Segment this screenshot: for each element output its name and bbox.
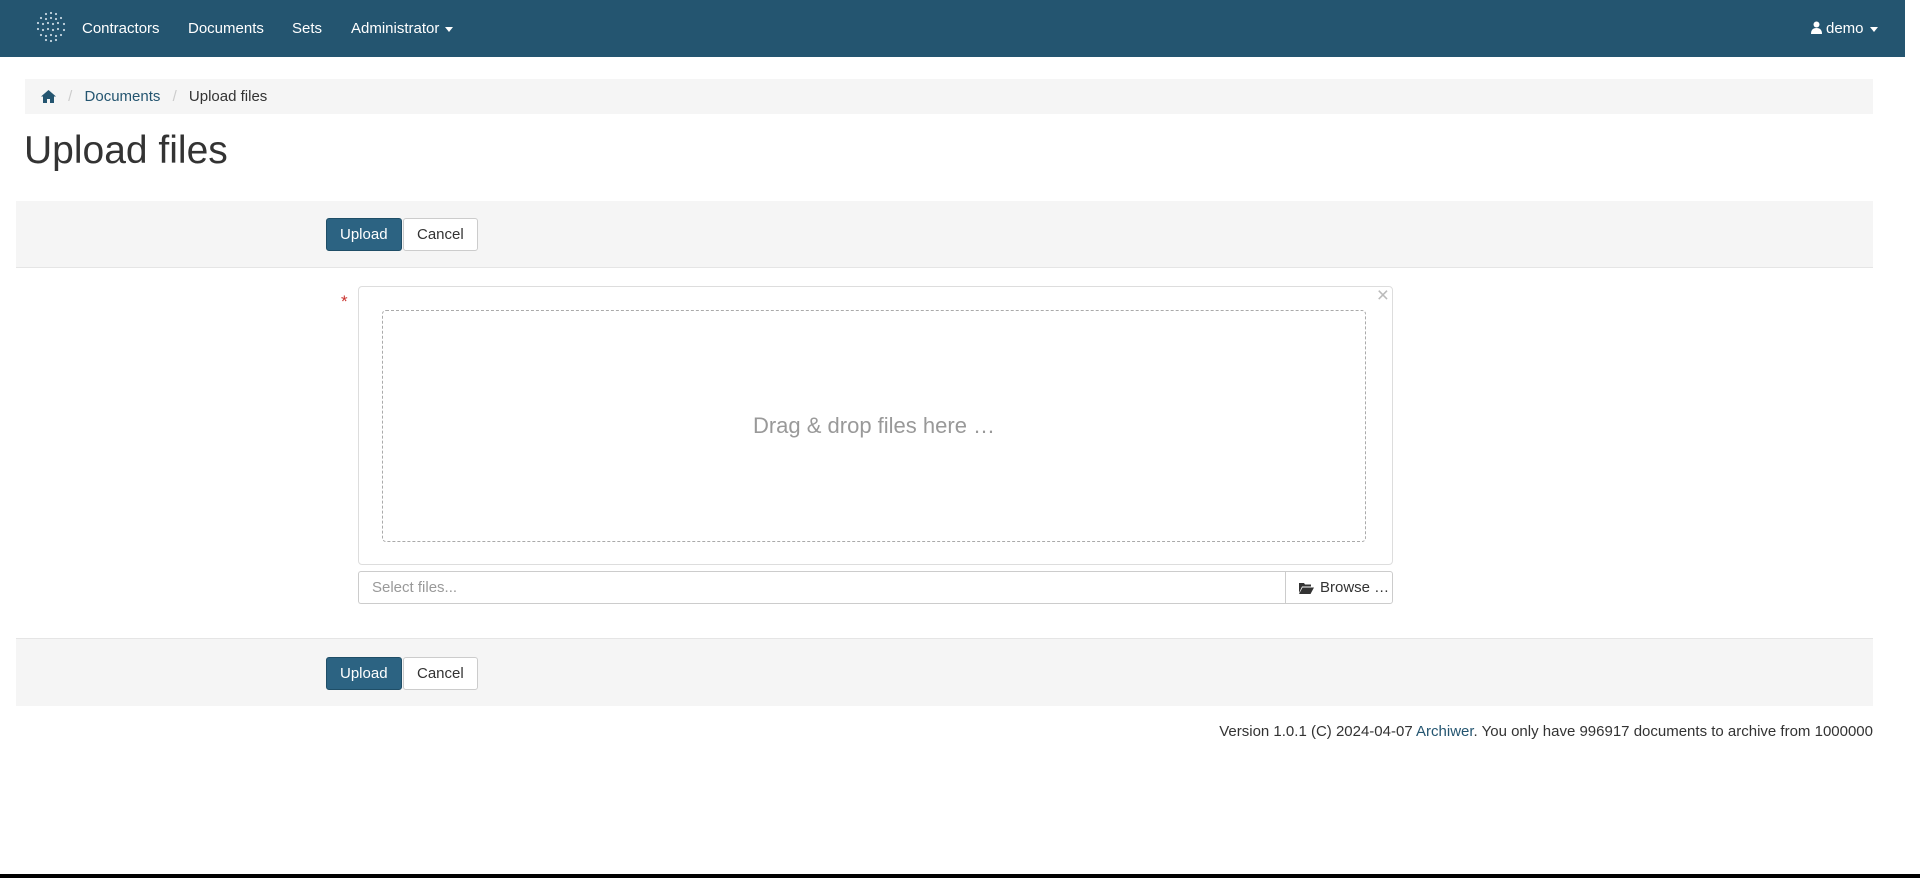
nav-item-sets[interactable]: Sets <box>292 0 322 57</box>
page-viewport: Contractors Documents Sets Administrator… <box>0 0 1905 874</box>
drop-zone-text: Drag & drop files here … <box>752 413 996 438</box>
breadcrumb-separator: / <box>172 88 177 105</box>
bottom-action-bar: Upload Cancel <box>16 638 1873 706</box>
upload-button-top[interactable]: Upload <box>326 218 402 251</box>
cancel-button-top[interactable]: Cancel <box>403 218 478 251</box>
top-navbar: Contractors Documents Sets Administrator… <box>0 0 1905 57</box>
browse-button[interactable]: Browse … <box>1285 571 1393 604</box>
close-icon[interactable]: × <box>1377 284 1389 308</box>
file-upload-panel: × Drag & drop files here … <box>358 284 1393 565</box>
breadcrumb: / Documents / Upload files <box>25 79 1873 114</box>
required-marker: * <box>341 292 348 311</box>
breadcrumb-separator: / <box>68 88 73 105</box>
breadcrumb-documents[interactable]: Documents <box>85 88 161 105</box>
nav-item-documents[interactable]: Documents <box>188 0 264 57</box>
nav-item-administrator[interactable]: Administrator <box>351 0 454 57</box>
nav-item-contractors[interactable]: Contractors <box>82 0 160 57</box>
home-icon <box>41 90 56 103</box>
top-action-bar: Upload Cancel <box>16 201 1873 268</box>
administrator-label: Administrator <box>351 20 440 37</box>
brand-logo-icon[interactable] <box>34 10 68 44</box>
cancel-button-bottom[interactable]: Cancel <box>403 657 478 690</box>
file-select-input[interactable]: Select files... <box>358 571 1285 604</box>
page-title: Upload files <box>24 129 228 172</box>
user-label: demo <box>1826 20 1864 37</box>
footer-prefix: Version 1.0.1 (C) 2024-04-07 <box>1219 723 1417 740</box>
upload-button-bottom[interactable]: Upload <box>326 657 402 690</box>
user-icon <box>1811 21 1822 34</box>
footer-version-text: Version 1.0.1 (C) 2024-04-07 Archiwer. Y… <box>1219 723 1873 740</box>
breadcrumb-current: Upload files <box>188 88 268 105</box>
browse-label: Browse … <box>1320 579 1390 596</box>
folder-open-icon <box>1299 583 1314 594</box>
breadcrumb-home[interactable] <box>41 88 56 105</box>
drop-zone[interactable]: Drag & drop files here … <box>382 310 1366 542</box>
footer-suffix: . You only have 996917 documents to arch… <box>1473 723 1873 740</box>
caret-down-icon <box>445 26 454 32</box>
user-menu[interactable]: demo <box>1811 0 1878 57</box>
vertical-scrollbar[interactable] <box>1905 0 1920 874</box>
caret-down-icon <box>1869 26 1878 32</box>
footer-archiwer-link[interactable]: Archiwer <box>1416 723 1474 740</box>
